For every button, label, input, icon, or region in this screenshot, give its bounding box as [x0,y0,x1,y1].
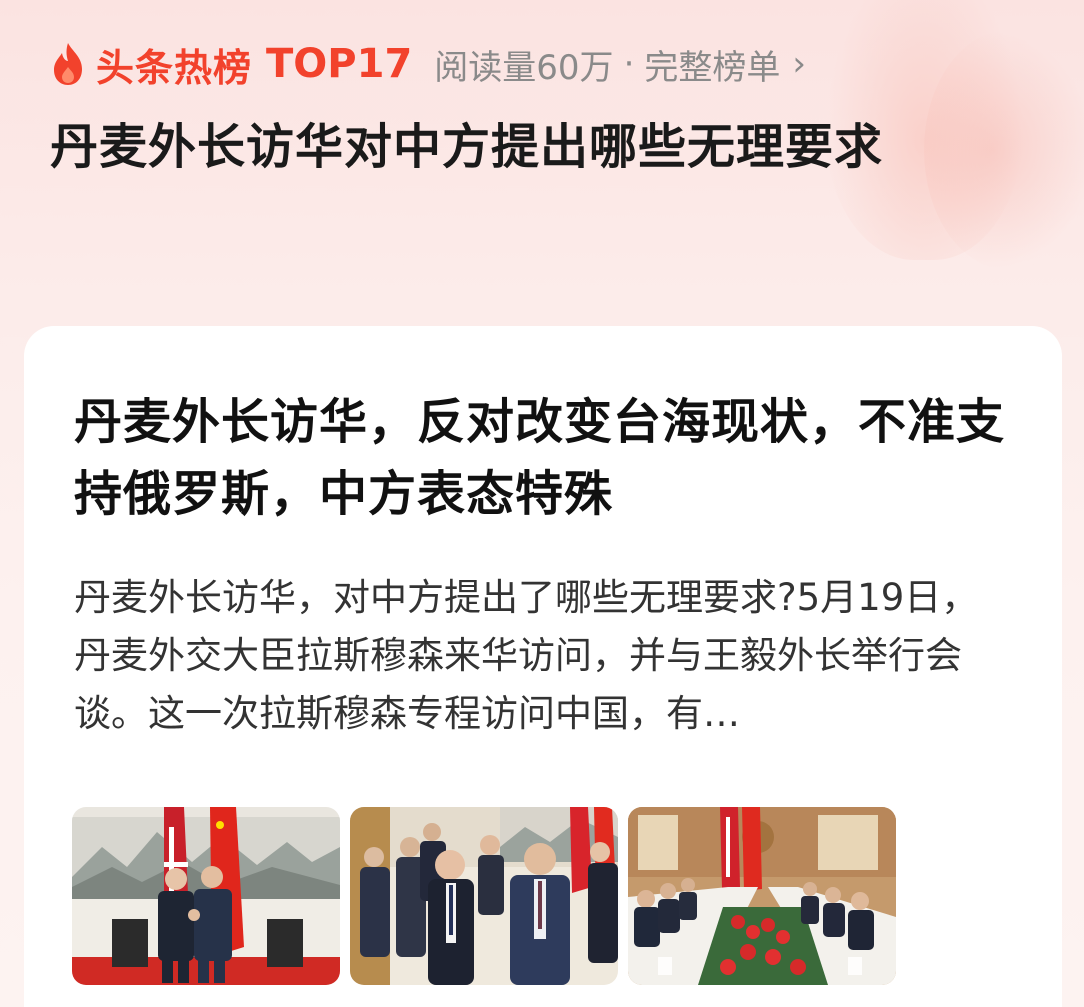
chevron-right-icon[interactable]: › [792,44,806,84]
hot-list-label: 头条热榜 [96,45,253,90]
article-image-meeting[interactable] [628,807,896,985]
hot-list-header[interactable]: 头条热榜 TOP17 阅读量60万 · 完整榜单 › [50,34,806,94]
separator: · [623,44,635,84]
topic-title[interactable]: 丹麦外长访华对中方提出哪些无理要求 [50,112,1040,182]
article-summary[interactable]: 丹麦外长访华，对中方提出了哪些无理要求?5月19日，丹麦外交大臣拉斯穆森来华访问… [74,569,1009,743]
article-card[interactable]: 丹麦外长访华，反对改变台海现状，不准支持俄罗斯，中方表态特殊 丹麦外长访华，对中… [24,326,1062,1007]
image-gallery [72,807,896,985]
read-count: 阅读量60万 [434,47,614,88]
article-image-handshake[interactable] [72,807,340,985]
article-title[interactable]: 丹麦外长访华，反对改变台海现状，不准支持俄罗斯，中方表态特殊 [74,386,1014,530]
flame-icon [54,43,82,85]
rank-badge: TOP17 [266,41,413,87]
article-image-delegation[interactable] [350,807,618,985]
full-list-link[interactable]: 完整榜单 [644,40,780,89]
